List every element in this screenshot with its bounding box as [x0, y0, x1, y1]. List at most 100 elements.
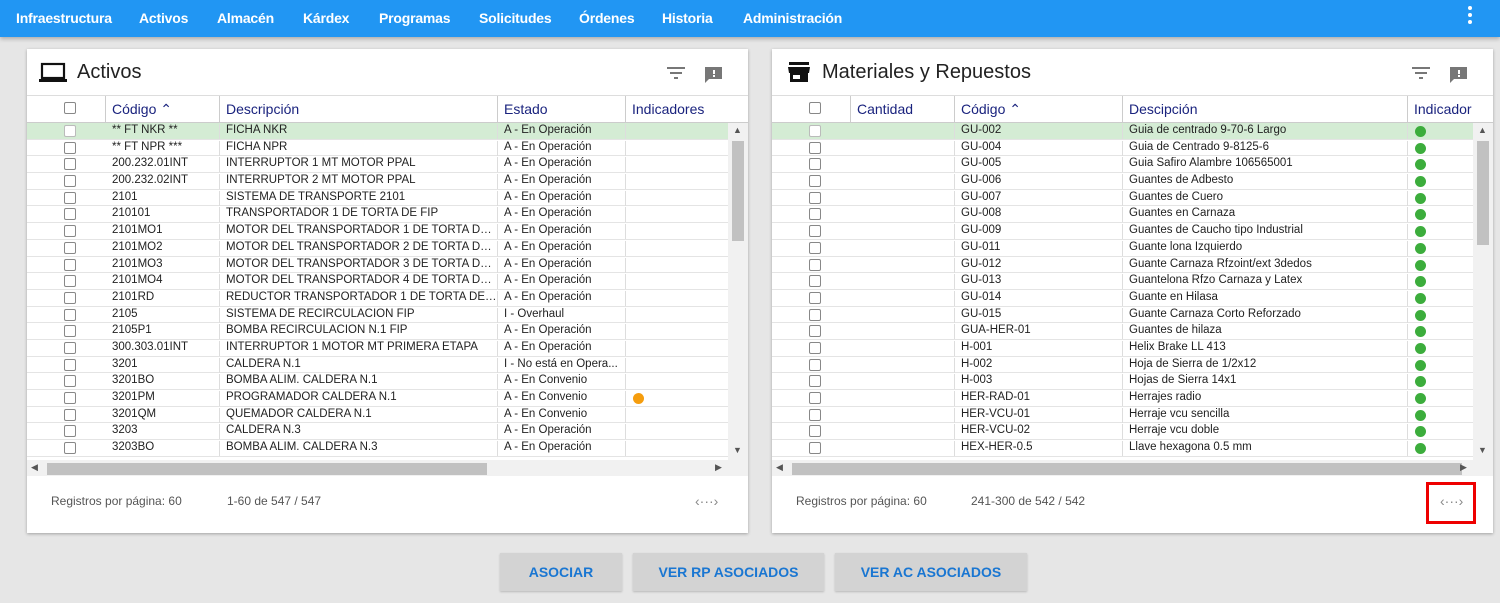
row-checkbox[interactable] [64, 191, 76, 204]
table-row[interactable]: 2101 SISTEMA DE TRANSPORTE 2101 A - En Ope… [27, 190, 728, 207]
nav-activos[interactable]: Activos [139, 10, 188, 26]
table-row[interactable]: GU-012 Guante Carnaza Rfzoint/ext 3dedos [772, 257, 1473, 274]
row-checkbox[interactable] [809, 191, 821, 204]
vertical-scrollbar[interactable]: ▲ ▼ [728, 123, 748, 460]
row-checkbox[interactable] [64, 308, 76, 321]
row-checkbox[interactable] [64, 392, 76, 404]
table-row[interactable]: GU-005 Guia Safiro Alambre 106565001 [772, 156, 1473, 174]
table-row[interactable]: GU-014 Guante en Hilasa [772, 290, 1473, 307]
table-row[interactable]: ** FT NPR *** FICHA NPR A - En Operación [27, 140, 728, 157]
row-checkbox[interactable] [809, 341, 821, 354]
table-row[interactable]: 2101MO3 MOTOR DEL TRANSPORTADOR 3 DE TORT… [27, 257, 728, 274]
row-checkbox[interactable] [64, 291, 76, 304]
table-row[interactable]: H-001 Helix Brake LL 413 [772, 340, 1473, 357]
row-checkbox[interactable] [64, 258, 76, 271]
select-all-checkbox[interactable] [809, 102, 821, 114]
table-row[interactable]: 210101 TRANSPORTADOR 1 DE TORTA DE FIP A -… [27, 206, 728, 224]
comment-icon[interactable] [704, 66, 723, 84]
row-checkbox[interactable] [64, 408, 76, 421]
table-row[interactable]: HER-VCU-02 Herraje vcu doble [772, 423, 1473, 441]
table-row[interactable]: 2105 SISTEMA DE RECIRCULACION FIP I - Over… [27, 307, 728, 324]
col-descripcion[interactable]: Descripción [220, 96, 498, 123]
table-row[interactable]: HEX-HER-0.5 Llave hexagona 0.5 mm [772, 440, 1473, 457]
nav-kardex[interactable]: Kárdex [303, 10, 349, 26]
row-checkbox[interactable] [809, 325, 821, 338]
table-row[interactable]: 3203 CALDERA N.3 A - En Operación [27, 423, 728, 441]
table-row[interactable]: 3201PM PROGRAMADOR CALDERA N.1 A - En Conv… [27, 390, 728, 407]
table-row[interactable]: 2105P1 BOMBA RECIRCULACION N.1 FIP A - En … [27, 323, 728, 340]
row-checkbox[interactable] [809, 141, 821, 154]
row-checkbox[interactable] [64, 141, 76, 154]
nav-ordenes[interactable]: Órdenes [579, 10, 635, 26]
row-checkbox[interactable] [64, 341, 76, 354]
table-row[interactable]: 2101MO4 MOTOR DEL TRANSPORTADOR 4 DE TORT… [27, 273, 728, 290]
table-row[interactable]: GU-013 Guantelona Rfzo Carnaza y Latex [772, 273, 1473, 290]
table-row[interactable]: GU-011 Guante lona Izquierdo [772, 240, 1473, 257]
row-checkbox[interactable] [809, 425, 821, 438]
row-checkbox[interactable] [64, 325, 76, 338]
row-checkbox[interactable] [64, 158, 76, 171]
ver-rp-asociados-button[interactable]: VER RP ASOCIADOS [633, 553, 824, 591]
col-descripcion[interactable]: Descipción [1123, 96, 1408, 123]
expand-icon[interactable]: ‹···› [695, 493, 718, 509]
table-row[interactable]: GU-009 Guantes de Caucho tipo Industrial [772, 223, 1473, 240]
table-row[interactable]: H-003 Hojas de Sierra 14x1 [772, 373, 1473, 390]
col-cantidad[interactable]: Cantidad [851, 96, 955, 123]
row-checkbox[interactable] [64, 125, 76, 137]
row-checkbox[interactable] [809, 408, 821, 421]
row-checkbox[interactable] [809, 258, 821, 271]
nav-administracion[interactable]: Administración [743, 10, 842, 26]
table-row[interactable]: GUA-HER-01 Guantes de hilaza [772, 323, 1473, 340]
table-row[interactable]: 3201 CALDERA N.1 I - No está en Opera... [27, 357, 728, 374]
table-row[interactable]: H-002 Hoja de Sierra de 1/2x12 [772, 357, 1473, 374]
table-row[interactable]: HER-RAD-01 Herrajes radio [772, 390, 1473, 407]
table-row[interactable]: 2101MO1 MOTOR DEL TRANSPORTADOR 1 DE TORT… [27, 223, 728, 240]
table-row[interactable]: HER-VCU-01 Herraje vcu sencilla [772, 407, 1473, 424]
row-checkbox[interactable] [809, 308, 821, 321]
table-row[interactable]: 200.232.01INT INTERRUPTOR 1 MT MOTOR PPAL… [27, 156, 728, 174]
filter-icon[interactable] [1412, 66, 1430, 80]
col-codigo[interactable]: Código ⌃ [106, 96, 220, 123]
row-checkbox[interactable] [809, 225, 821, 238]
row-checkbox[interactable] [64, 442, 76, 455]
col-indicadores[interactable]: Indicadores [626, 96, 748, 123]
row-checkbox[interactable] [64, 358, 76, 371]
row-checkbox[interactable] [809, 175, 821, 188]
row-checkbox[interactable] [809, 442, 821, 455]
row-checkbox[interactable] [64, 208, 76, 221]
row-checkbox[interactable] [809, 375, 821, 388]
table-row[interactable]: 2101MO2 MOTOR DEL TRANSPORTADOR 2 DE TORT… [27, 240, 728, 257]
vertical-scrollbar[interactable]: ▲ ▼ [1473, 123, 1493, 460]
row-checkbox[interactable] [64, 425, 76, 438]
nav-infraestructura[interactable]: Infraestructura [16, 10, 112, 26]
asociar-button[interactable]: ASOCIAR [500, 553, 622, 591]
col-estado[interactable]: Estado [498, 96, 626, 123]
table-row[interactable]: GU-002 Guia de centrado 9-70-6 Largo [772, 123, 1473, 140]
table-row[interactable]: 3203BO BOMBA ALIM. CALDERA N.3 A - En Oper… [27, 440, 728, 457]
row-checkbox[interactable] [809, 275, 821, 288]
row-checkbox[interactable] [64, 375, 76, 388]
nav-programas[interactable]: Programas [379, 10, 451, 26]
table-row[interactable]: 3201BO BOMBA ALIM. CALDERA N.1 A - En Conv… [27, 373, 728, 390]
table-row[interactable]: 200.232.02INT INTERRUPTOR 2 MT MOTOR PPAL… [27, 173, 728, 190]
row-checkbox[interactable] [809, 291, 821, 304]
row-checkbox[interactable] [809, 392, 821, 404]
horizontal-scrollbar[interactable]: ◀ ▶ [27, 460, 748, 476]
table-row[interactable]: GU-004 Guia de Centrado 9-8125-6 [772, 140, 1473, 157]
row-checkbox[interactable] [809, 125, 821, 137]
row-checkbox[interactable] [809, 158, 821, 171]
more-vert-icon[interactable] [1468, 6, 1474, 28]
row-checkbox[interactable] [809, 241, 821, 254]
table-row[interactable]: 3201QM QUEMADOR CALDERA N.1 A - En Conveni… [27, 407, 728, 424]
row-checkbox[interactable] [809, 208, 821, 221]
comment-icon[interactable] [1449, 66, 1468, 84]
nav-almacen[interactable]: Almacén [217, 10, 274, 26]
nav-historia[interactable]: Historia [662, 10, 713, 26]
row-checkbox[interactable] [809, 358, 821, 371]
table-row[interactable]: 2101RD REDUCTOR TRANSPORTADOR 1 DE TORTA … [27, 290, 728, 307]
row-checkbox[interactable] [64, 275, 76, 288]
row-checkbox[interactable] [64, 225, 76, 238]
filter-icon[interactable] [667, 66, 685, 80]
table-row[interactable]: GU-006 Guantes de Adbesto [772, 173, 1473, 190]
table-row[interactable]: GU-008 Guantes en Carnaza [772, 206, 1473, 224]
